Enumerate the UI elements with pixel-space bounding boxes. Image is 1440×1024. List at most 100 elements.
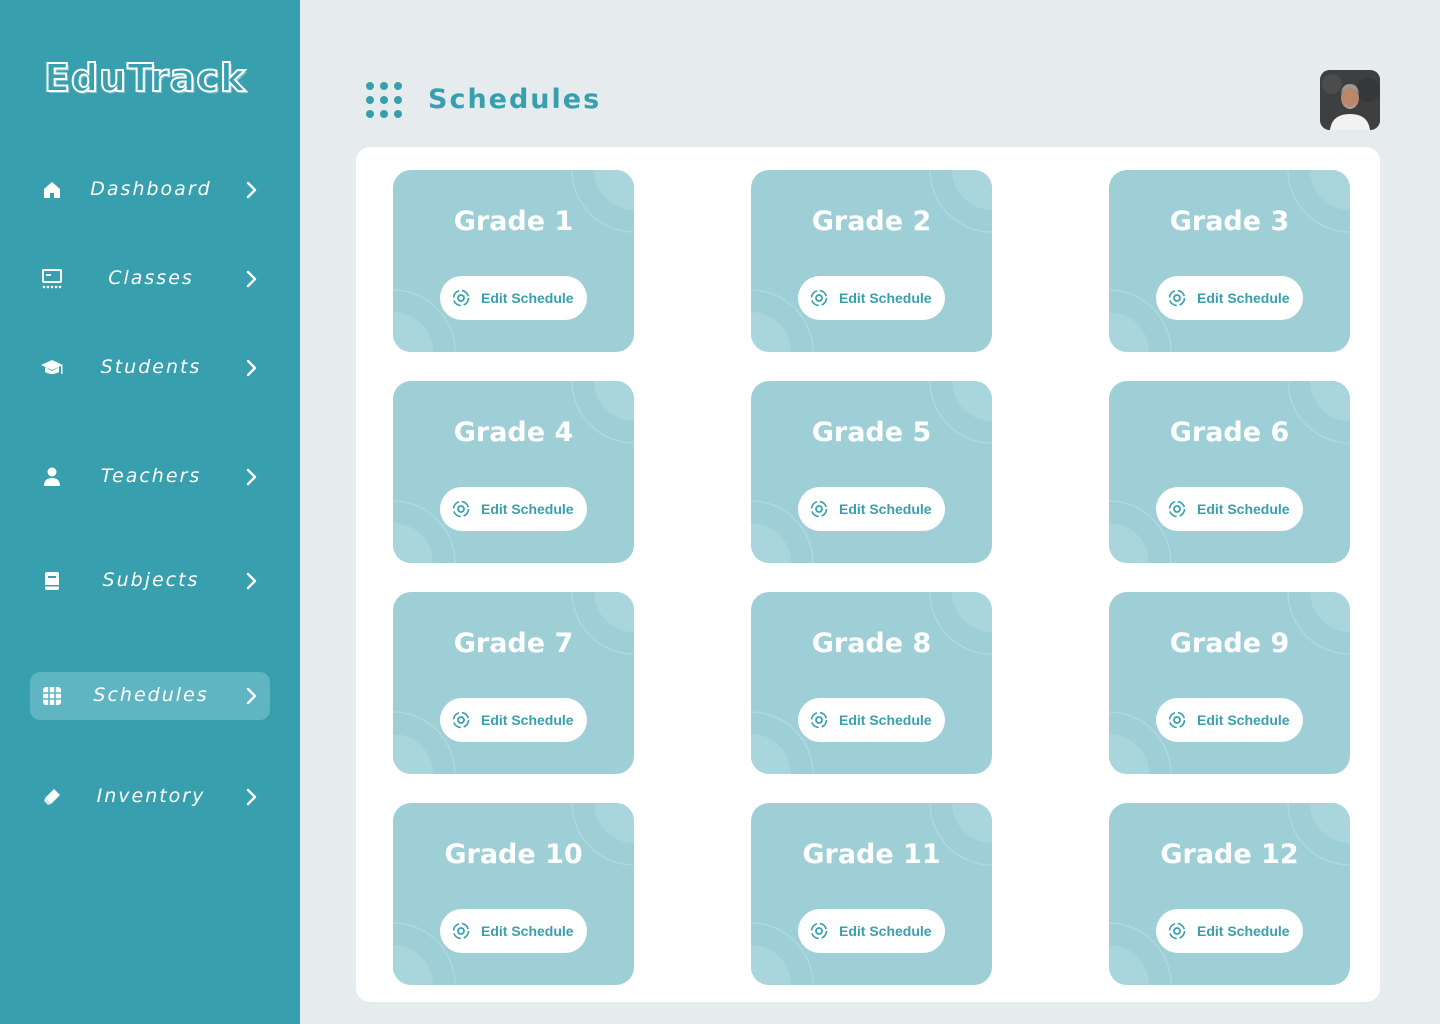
sidebar-item-dashboard[interactable]: Dashboard: [30, 166, 270, 214]
sidebar-item-label: Schedules: [93, 684, 209, 706]
edit-schedule-button[interactable]: Edit Schedule: [1156, 698, 1303, 742]
page-title: Schedules: [428, 84, 602, 115]
settings-cycle-icon: [810, 289, 828, 307]
card-decoration: [393, 803, 634, 985]
user-icon: [40, 465, 64, 489]
grade-card[interactable]: Grade 9 Edit Schedule: [1109, 592, 1350, 774]
edit-schedule-label: Edit Schedule: [481, 712, 574, 728]
card-decoration: [1109, 381, 1350, 563]
grade-title: Grade 11: [802, 839, 941, 870]
classroom-icon: [40, 267, 64, 291]
edit-schedule-label: Edit Schedule: [481, 501, 574, 517]
settings-cycle-icon: [1168, 500, 1186, 518]
chevron-right-icon: [240, 356, 264, 380]
settings-cycle-icon: [810, 922, 828, 940]
edit-schedule-button[interactable]: Edit Schedule: [1156, 909, 1303, 953]
dots-grid-icon: [364, 80, 406, 120]
card-decoration: [1109, 592, 1350, 774]
settings-cycle-icon: [810, 500, 828, 518]
chevron-right-icon: [240, 465, 264, 489]
sidebar-item-label: Dashboard: [90, 178, 212, 200]
card-decoration: [751, 170, 992, 352]
sidebar-item-schedules[interactable]: Schedules: [30, 672, 270, 720]
grade-card[interactable]: Grade 11 Edit Schedule: [751, 803, 992, 985]
edit-schedule-label: Edit Schedule: [1197, 290, 1290, 306]
edit-schedule-button[interactable]: Edit Schedule: [798, 698, 945, 742]
edit-schedule-button[interactable]: Edit Schedule: [440, 909, 587, 953]
edit-schedule-button[interactable]: Edit Schedule: [798, 909, 945, 953]
edit-schedule-button[interactable]: Edit Schedule: [440, 487, 587, 531]
chevron-right-icon: [240, 569, 264, 593]
edit-schedule-label: Edit Schedule: [839, 923, 932, 939]
grade-title: Grade 2: [811, 206, 932, 237]
book-icon: [40, 569, 64, 593]
grade-title: Grade 6: [1169, 417, 1290, 448]
sidebar-item-students[interactable]: Students: [30, 344, 270, 392]
sidebar-item-label: Subjects: [102, 569, 200, 591]
edit-schedule-button[interactable]: Edit Schedule: [1156, 276, 1303, 320]
grade-title: Grade 1: [453, 206, 574, 237]
grade-card[interactable]: Grade 6 Edit Schedule: [1109, 381, 1350, 563]
chevron-right-icon: [240, 684, 264, 708]
settings-cycle-icon: [1168, 711, 1186, 729]
edit-schedule-button[interactable]: Edit Schedule: [440, 276, 587, 320]
eraser-icon: [40, 785, 64, 809]
edit-schedule-label: Edit Schedule: [839, 712, 932, 728]
chevron-right-icon: [240, 785, 264, 809]
card-decoration: [751, 381, 992, 563]
grade-card[interactable]: Grade 3 Edit Schedule: [1109, 170, 1350, 352]
grade-card[interactable]: Grade 12 Edit Schedule: [1109, 803, 1350, 985]
grade-card[interactable]: Grade 2 Edit Schedule: [751, 170, 992, 352]
grade-card[interactable]: Grade 5 Edit Schedule: [751, 381, 992, 563]
graduation-cap-icon: [40, 356, 64, 380]
sidebar-item-label: Inventory: [96, 785, 206, 807]
card-decoration: [751, 803, 992, 985]
card-decoration: [751, 592, 992, 774]
grade-card[interactable]: Grade 10 Edit Schedule: [393, 803, 634, 985]
edit-schedule-label: Edit Schedule: [481, 290, 574, 306]
settings-cycle-icon: [452, 711, 470, 729]
grade-title: Grade 10: [444, 839, 583, 870]
grade-title: Grade 9: [1169, 628, 1290, 659]
grade-card[interactable]: Grade 4 Edit Schedule: [393, 381, 634, 563]
home-icon: [40, 178, 64, 202]
edit-schedule-button[interactable]: Edit Schedule: [440, 698, 587, 742]
grid-icon: [40, 684, 64, 708]
user-avatar[interactable]: [1320, 70, 1380, 130]
edit-schedule-label: Edit Schedule: [481, 923, 574, 939]
card-decoration: [1109, 170, 1350, 352]
edit-schedule-button[interactable]: Edit Schedule: [798, 487, 945, 531]
grade-title: Grade 12: [1160, 839, 1299, 870]
edit-schedule-label: Edit Schedule: [1197, 712, 1290, 728]
grade-title: Grade 3: [1169, 206, 1290, 237]
edit-schedule-label: Edit Schedule: [1197, 501, 1290, 517]
grade-card[interactable]: Grade 8 Edit Schedule: [751, 592, 992, 774]
grade-title: Grade 8: [811, 628, 932, 659]
app-logo: EduTrack: [43, 55, 247, 101]
card-decoration: [1109, 803, 1350, 985]
settings-cycle-icon: [452, 922, 470, 940]
card-decoration: [393, 592, 634, 774]
sidebar-item-label: Classes: [108, 267, 194, 289]
sidebar-item-subjects[interactable]: Subjects: [30, 557, 270, 605]
sidebar-item-classes[interactable]: Classes: [30, 255, 270, 303]
chevron-right-icon: [240, 267, 264, 291]
sidebar: EduTrack Dashboard Classes Students Teac: [0, 0, 300, 1024]
grade-title: Grade 4: [453, 417, 574, 448]
chevron-right-icon: [240, 178, 264, 202]
edit-schedule-label: Edit Schedule: [839, 501, 932, 517]
sidebar-item-label: Students: [100, 356, 202, 378]
settings-cycle-icon: [452, 289, 470, 307]
edit-schedule-label: Edit Schedule: [1197, 923, 1290, 939]
grade-title: Grade 7: [453, 628, 574, 659]
sidebar-item-label: Teachers: [100, 465, 202, 487]
edit-schedule-label: Edit Schedule: [839, 290, 932, 306]
grade-card[interactable]: Grade 7 Edit Schedule: [393, 592, 634, 774]
settings-cycle-icon: [1168, 289, 1186, 307]
grade-card[interactable]: Grade 1 Edit Schedule: [393, 170, 634, 352]
sidebar-item-teachers[interactable]: Teachers: [30, 453, 270, 501]
sidebar-item-inventory[interactable]: Inventory: [30, 773, 270, 821]
grade-title: Grade 5: [811, 417, 932, 448]
edit-schedule-button[interactable]: Edit Schedule: [798, 276, 945, 320]
edit-schedule-button[interactable]: Edit Schedule: [1156, 487, 1303, 531]
